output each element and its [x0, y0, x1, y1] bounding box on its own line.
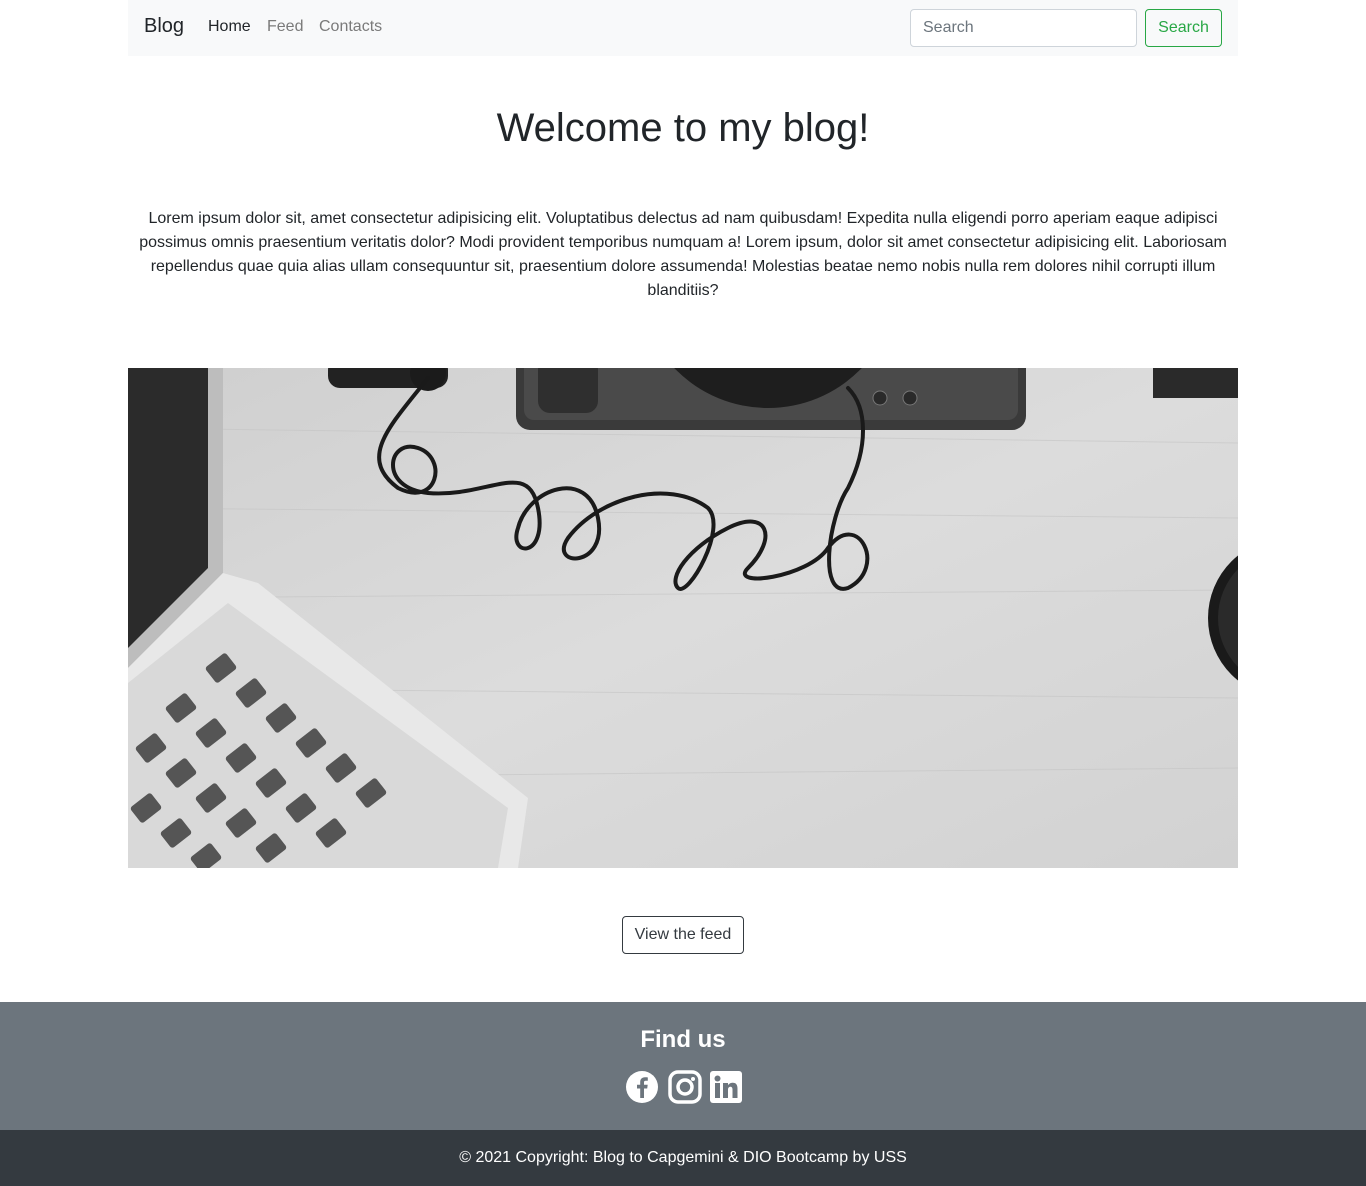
footer-social: Find us [0, 1002, 1366, 1130]
search-button[interactable]: Search [1145, 9, 1222, 47]
search-input[interactable] [910, 9, 1137, 47]
nav-link-home[interactable]: Home [208, 18, 251, 36]
find-us-heading: Find us [640, 1026, 726, 1053]
facebook-icon[interactable] [625, 1070, 659, 1104]
intro-paragraph: Lorem ipsum dolor sit, amet consectetur … [139, 210, 1227, 299]
view-feed-button[interactable]: View the feed [622, 916, 744, 954]
headphones-shape [328, 368, 448, 391]
footer-copyright-bar: © 2021 Copyright: Blog to Capgemini & DI… [0, 1130, 1366, 1186]
linkedin-icon[interactable] [709, 1070, 743, 1104]
copyright-text: © 2021 Copyright: Blog to Capgemini & DI… [459, 1149, 907, 1166]
instagram-icon[interactable] [668, 1070, 702, 1104]
nav-link-contacts[interactable]: Contacts [319, 18, 382, 36]
nav-link-feed[interactable]: Feed [267, 18, 303, 36]
brand-link[interactable]: Blog [144, 15, 184, 38]
desk-illustration [128, 368, 1238, 868]
hero-image [128, 368, 1238, 868]
page-title: Welcome to my blog! [496, 106, 870, 150]
navbar: Blog Home Feed Contacts Search [128, 0, 1238, 56]
turntable-shape [516, 368, 1026, 430]
